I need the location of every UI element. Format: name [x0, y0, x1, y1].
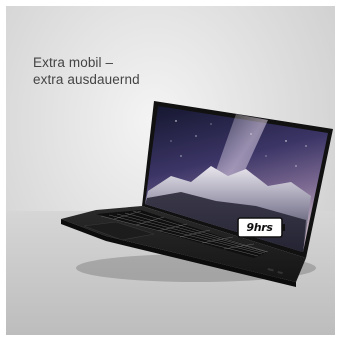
battery-icon: [237, 217, 283, 238]
product-image-frame: Extra mobil – extra ausdauernd 9hrs: [6, 6, 335, 335]
laptop-illustration: [61, 101, 333, 287]
battery-terminal: [282, 224, 285, 231]
